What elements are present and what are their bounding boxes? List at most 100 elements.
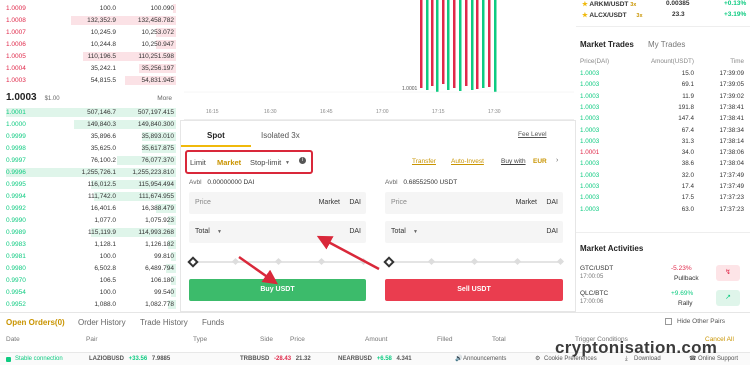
ob-total: 115,954.494	[138, 181, 174, 188]
tab-trade-history[interactable]: Trade History	[140, 318, 188, 327]
trade-amount: 69.1	[681, 81, 694, 89]
trade-amount: 147.4	[678, 115, 694, 123]
chart-time-label: 17:00	[376, 109, 389, 115]
more-link[interactable]: More	[157, 95, 172, 102]
ob-price: 0.9996	[6, 169, 26, 176]
ob-amount: 1,077.0	[94, 217, 116, 224]
candle	[494, 0, 497, 92]
tab-market-trades[interactable]: Market Trades	[580, 40, 634, 49]
bid-row[interactable]: 0.9954 100.0 99.540	[0, 287, 180, 298]
ob-price: 0.9983	[6, 241, 26, 248]
chart-price-label: 1.0001	[402, 86, 418, 92]
trade-row: 1.0001 34.0 17:38:06	[576, 147, 750, 158]
ob-price: 1.0001	[6, 109, 26, 116]
trade-time: 17:39:02	[719, 92, 744, 100]
tab-open-orders[interactable]: Open Orders(0)	[6, 318, 65, 327]
connection-status: Stable connection	[15, 356, 63, 362]
announcements-link[interactable]: Announcements	[463, 353, 506, 366]
candle	[431, 0, 434, 86]
ob-price: 1.0004	[6, 65, 26, 72]
trade-row: 1.0003 17.5 17:37:23	[576, 192, 750, 203]
ask-row[interactable]: 1.0007 10,245.9 10,253.072	[0, 27, 180, 38]
trade-amount: 17.5	[681, 194, 694, 202]
bid-row[interactable]: 1.0001 507,146.7 507,197.415	[0, 107, 180, 118]
trade-time: 17:39:09	[719, 70, 744, 77]
mid-price-row: 1.0003 $1.00 More	[6, 92, 176, 106]
ob-amount: 111,742.0	[88, 193, 116, 200]
status-tick[interactable]: LAZIOBUSD +33.56 7.9885	[89, 353, 170, 366]
ob-amount: 6,502.8	[94, 265, 116, 272]
bid-row[interactable]: 0.9989 115,119.9 114,993.268	[0, 227, 180, 238]
candle	[482, 0, 485, 88]
activity-pair[interactable]: QLC/BTC	[580, 290, 608, 297]
tick-pair: TRBBUSD	[240, 356, 270, 362]
trade-price: 1.0003	[580, 81, 600, 89]
bid-row[interactable]: 0.9995 116,012.5 115,954.494	[0, 179, 180, 190]
ob-price: 0.9952	[6, 301, 26, 308]
ob-amount: 100.0	[99, 5, 116, 12]
bid-row[interactable]: 0.9952 1,088.0 1,082.778	[0, 299, 180, 310]
candle	[436, 0, 439, 92]
ask-row[interactable]: 1.0003 54,815.5 54,831.945	[0, 75, 180, 86]
candle	[453, 0, 456, 88]
ob-total: 35,617.875	[141, 145, 174, 152]
bid-row[interactable]: 0.9992 16,401.6 16,388.479	[0, 203, 180, 214]
divider	[576, 26, 750, 27]
announcements-icon: 🔊	[455, 356, 463, 362]
trade-price: 1.0003	[580, 92, 600, 100]
mid-price: 1.0003	[6, 92, 37, 103]
tab-funds[interactable]: Funds	[202, 318, 224, 327]
bid-row[interactable]: 0.9981 100.0 99.810	[0, 251, 180, 262]
trade-panel: Spot Isolated 3x Fee Level Limit Market …	[180, 120, 576, 312]
activity-label: Rally	[678, 300, 693, 307]
ask-row[interactable]: 1.0005 110,196.5 110,251.598	[0, 51, 180, 62]
activity-pair[interactable]: GTC/USDT	[580, 265, 613, 272]
ob-price: 0.9994	[6, 193, 26, 200]
bid-row[interactable]: 0.9999 35,896.6 35,893.010	[0, 131, 180, 142]
bid-row[interactable]: 0.9996 1,255,726.1 1,255,223.810	[0, 167, 180, 178]
tab-order-history[interactable]: Order History	[78, 318, 126, 327]
trade-row: 1.0003 11.9 17:39:02	[576, 91, 750, 102]
trade-time: 17:38:14	[719, 137, 744, 145]
ob-amount: 110,196.5	[87, 53, 116, 60]
trade-amount: 32.0	[681, 171, 694, 179]
chart-time-label: 16:45	[320, 109, 333, 115]
ask-row[interactable]: 1.0008 132,352.9 132,458.782	[0, 15, 180, 26]
bid-row[interactable]: 1.0000 149,840.3 149,840.300	[0, 119, 180, 130]
bid-row[interactable]: 0.9997 76,100.2 76,077.370	[0, 155, 180, 166]
trade-time: 17:38:06	[719, 149, 744, 157]
price-chart[interactable]: 1.0001 16:15 16:30 16:45 17:00 17:15 17:30	[184, 0, 574, 120]
trade-time: 17:37:23	[719, 205, 744, 213]
market-activities-title: Market Activities	[580, 244, 644, 253]
ticker-row[interactable]: ★ ARKM/USDT 3x 0.00385 +0.13%	[582, 0, 746, 8]
ob-amount: 1,088.0	[94, 301, 116, 308]
bid-row[interactable]: 0.9983 1,128.1 1,126.182	[0, 239, 180, 250]
candle	[465, 0, 468, 86]
col-price: Price(DAI)	[580, 58, 610, 65]
status-tick[interactable]: TRBBUSD -28.43 21.32	[240, 353, 311, 366]
activity-change: +9.69%	[671, 290, 694, 297]
col-amount-order: Amount	[365, 336, 388, 343]
bid-row[interactable]: 0.9980 6,502.8 6,489.794	[0, 263, 180, 274]
ob-total: 99.540	[154, 289, 174, 296]
bid-row[interactable]: 0.9994 111,742.0 111,674.955	[0, 191, 180, 202]
ob-amount: 106.5	[99, 277, 116, 284]
right-column: ★ ARKM/USDT 3x 0.00385 +0.13% ★ ALCX/USD…	[576, 0, 750, 352]
chart-time-label: 16:30	[264, 109, 277, 115]
rally-icon: ↗	[716, 290, 740, 306]
trade-price: 1.0001	[580, 149, 600, 157]
ask-row[interactable]: 1.0009 100.0 100.090	[0, 3, 180, 14]
trade-amount: 63.0	[681, 205, 694, 213]
hide-other-pairs-checkbox[interactable]	[665, 318, 672, 325]
col-side: Side	[260, 336, 274, 343]
status-tick[interactable]: NEARBUSD +6.58 4.341	[338, 353, 412, 366]
ask-row[interactable]: 1.0006 10,244.8 10,250.947	[0, 39, 180, 50]
bid-row[interactable]: 0.9970 106.5 106.180	[0, 275, 180, 286]
bid-row[interactable]: 0.9990 1,077.0 1,075.923	[0, 215, 180, 226]
trade-price: 1.0003	[580, 103, 600, 111]
trade-time: 17:37:49	[719, 171, 744, 179]
tab-my-trades[interactable]: My Trades	[648, 40, 685, 49]
ticker-row[interactable]: ★ ALCX/USDT 3x 23.3 +3.19%	[582, 11, 750, 19]
bid-row[interactable]: 0.9998 35,625.0 35,617.875	[0, 143, 180, 154]
ask-row[interactable]: 1.0004 35,242.1 35,256.197	[0, 63, 180, 74]
